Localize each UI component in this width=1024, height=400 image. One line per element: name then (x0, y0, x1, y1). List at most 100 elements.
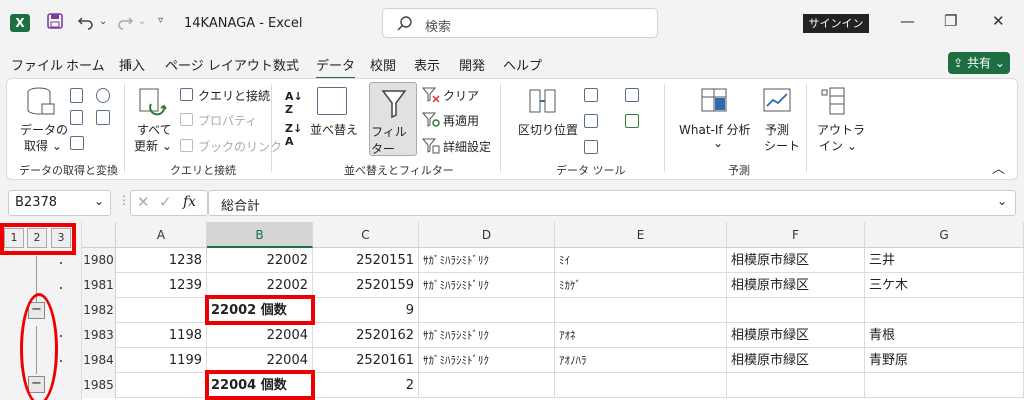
cell[interactable]: ｱｵﾉﾊﾗ (555, 348, 727, 373)
cell[interactable]: 1199 (116, 348, 207, 373)
cell[interactable] (116, 373, 207, 398)
text-to-columns-button[interactable]: 区切り位置 (518, 121, 578, 138)
cell[interactable]: 2520159 (313, 273, 419, 298)
remove-duplicates-icon[interactable] (584, 114, 598, 128)
queries-connections-button[interactable]: クエリと接続 (198, 87, 270, 104)
column-header-f[interactable]: F (727, 222, 865, 248)
row-header[interactable]: 1985 (82, 373, 116, 398)
sort-az-icon[interactable]: A↓ Z (285, 90, 303, 116)
cell[interactable] (727, 298, 865, 323)
consolidate-icon[interactable] (625, 88, 639, 102)
cell[interactable]: 青野原 (865, 348, 1024, 373)
close-icon[interactable]: ✕ (992, 12, 1005, 30)
tab-formulas[interactable]: 数式 (273, 55, 299, 74)
recent-sources-icon[interactable] (96, 88, 110, 103)
cell[interactable]: ｻｶﾞﾐﾊﾗｼﾐﾄﾞﾘｸ (419, 248, 555, 273)
select-all-button[interactable] (82, 222, 116, 248)
save-icon[interactable] (46, 12, 64, 30)
undo-dropdown-icon[interactable]: ⌄ (99, 16, 107, 27)
edit-links-button[interactable]: ブックのリンク (198, 138, 282, 155)
subtotal-count-cell[interactable]: 2 (313, 373, 419, 398)
redo-icon[interactable] (115, 12, 135, 30)
from-text-icon[interactable] (70, 88, 83, 103)
data-model-icon[interactable] (625, 114, 639, 128)
subtotal-count-cell[interactable]: 9 (313, 298, 419, 323)
cell[interactable]: 2520151 (313, 248, 419, 273)
get-data-label-1[interactable]: データの (20, 121, 68, 138)
cell[interactable]: 22002 (207, 248, 313, 273)
column-header-c[interactable]: C (313, 222, 419, 248)
cell[interactable]: ｻｶﾞﾐﾊﾗｼﾐﾄﾞﾘｸ (419, 348, 555, 373)
row-header[interactable]: 1983 (82, 323, 116, 348)
redo-dropdown-icon[interactable]: ⌄ (138, 16, 146, 27)
cell[interactable] (555, 373, 727, 398)
from-web-icon[interactable] (70, 110, 83, 125)
properties-button[interactable]: プロパティ (198, 112, 257, 129)
refresh-all-label-1[interactable]: すべて (137, 121, 172, 138)
cell[interactable]: 2520161 (313, 348, 419, 373)
column-header-d[interactable]: D (419, 222, 555, 248)
cell[interactable]: 相模原市緑区 (727, 323, 865, 348)
restore-icon[interactable]: ❐ (944, 12, 957, 30)
from-table-icon[interactable] (70, 136, 84, 150)
get-data-button[interactable]: 取得 ⌄ (24, 137, 62, 154)
name-box-dropdown-icon[interactable]: ⌄ (94, 194, 104, 208)
cancel-icon[interactable]: ✕ (137, 193, 150, 211)
row-header[interactable]: 1984 (82, 348, 116, 373)
cell[interactable]: 相模原市緑区 (727, 273, 865, 298)
existing-connections-icon[interactable] (96, 110, 110, 125)
cell[interactable]: 1239 (116, 273, 207, 298)
tab-developer[interactable]: 開発 (459, 55, 485, 74)
insert-function-icon[interactable]: fx (183, 194, 196, 210)
undo-icon[interactable] (76, 12, 96, 30)
cell[interactable] (727, 373, 865, 398)
tab-file[interactable]: ファイル (11, 55, 63, 74)
forecast-sheet-label-2[interactable]: シート (764, 137, 800, 154)
tab-home[interactable]: ホーム (66, 55, 105, 74)
tab-page-layout[interactable]: ページ レイアウト (165, 55, 273, 74)
what-if-dropdown-icon[interactable]: ⌄ (713, 136, 723, 150)
advanced-button[interactable]: 詳細設定 (443, 138, 491, 155)
sort-za-icon[interactable]: Z↓ A (285, 122, 302, 148)
collapse-ribbon-icon[interactable]: ︿ (992, 158, 1005, 177)
cell[interactable] (865, 298, 1024, 323)
cell[interactable]: ﾐｲ (555, 248, 727, 273)
minimize-icon[interactable]: — (900, 12, 915, 30)
cell[interactable]: 22004 (207, 323, 313, 348)
cell[interactable]: 青根 (865, 323, 1024, 348)
tab-review[interactable]: 校閲 (370, 55, 396, 74)
tab-data[interactable]: データ (316, 55, 356, 80)
cell[interactable]: 1198 (116, 323, 207, 348)
row-header[interactable]: 1981 (82, 273, 116, 298)
cell[interactable]: 三ケ木 (865, 273, 1024, 298)
column-header-b[interactable]: B (207, 222, 313, 248)
formula-input[interactable]: 総合計 ⌄ (208, 190, 1016, 216)
cell[interactable]: 相模原市緑区 (727, 248, 865, 273)
column-header-g[interactable]: G (865, 222, 1024, 248)
row-header[interactable]: 1980 (82, 248, 116, 273)
tab-insert[interactable]: 挿入 (119, 55, 145, 74)
column-header-a[interactable]: A (116, 222, 207, 248)
column-header-e[interactable]: E (555, 222, 727, 248)
reapply-button[interactable]: 再適用 (443, 112, 479, 129)
clear-button[interactable]: クリア (443, 87, 479, 104)
cell[interactable]: 2520162 (313, 323, 419, 348)
cell[interactable] (419, 373, 555, 398)
row-header[interactable]: 1982 (82, 298, 116, 323)
search-input[interactable]: 検索 (382, 8, 658, 38)
cell[interactable]: ｱｵﾈ (555, 323, 727, 348)
enter-icon[interactable]: ✓ (159, 193, 172, 211)
flash-fill-icon[interactable] (584, 88, 598, 102)
formula-bar-grip-icon[interactable]: ⋮ (118, 193, 130, 207)
cell[interactable] (419, 298, 555, 323)
cell[interactable] (116, 298, 207, 323)
data-validation-icon[interactable] (584, 140, 598, 154)
cell[interactable]: ｻｶﾞﾐﾊﾗｼﾐﾄﾞﾘｸ (419, 323, 555, 348)
customize-qat-icon[interactable]: ▿ (158, 15, 163, 26)
filter-button[interactable]: フィルター (369, 82, 417, 156)
sort-button[interactable]: 並べ替え (310, 121, 358, 138)
share-button[interactable]: ⇪ 共有 ⌄ (948, 52, 1010, 74)
tab-view[interactable]: 表示 (414, 55, 440, 74)
cell[interactable]: 1238 (116, 248, 207, 273)
name-box[interactable]: B2378 ⌄ (8, 190, 111, 216)
